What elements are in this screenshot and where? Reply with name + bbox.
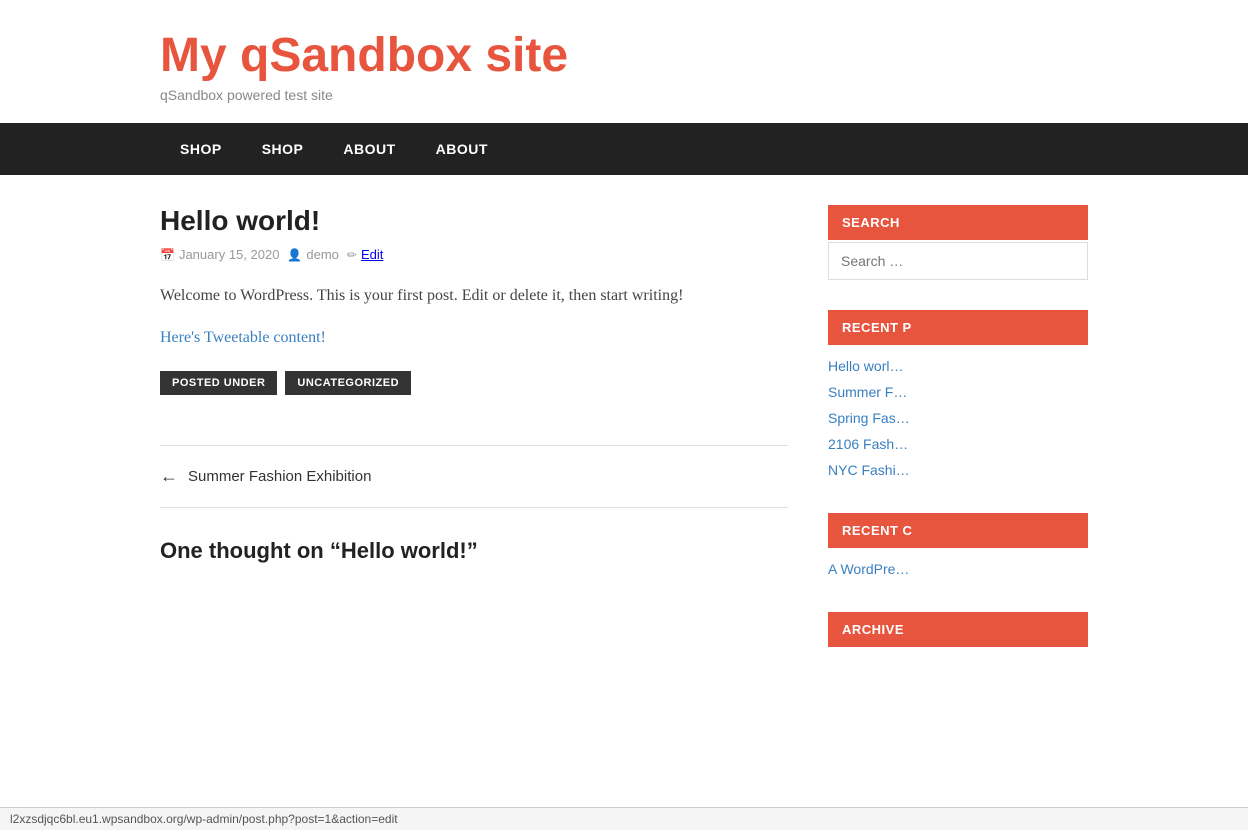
search-input-wrap (828, 242, 1088, 280)
calendar-icon (160, 247, 175, 262)
nav-item: SHOP (242, 123, 324, 175)
nav-item: ABOUT (416, 123, 508, 175)
arrow-left-icon: ← (160, 466, 178, 487)
recent-comments-title: RECENT C (828, 513, 1088, 548)
status-bar: l2xzsdjqc6bl.eu1.wpsandbox.org/wp-admin/… (0, 807, 1248, 830)
post-author-meta: demo (287, 247, 338, 262)
user-icon (287, 247, 302, 262)
recent-post-item[interactable]: Hello worl… (828, 353, 1088, 379)
post-category[interactable]: UNCATEGORIZED (285, 371, 411, 395)
prev-post-label: Summer Fashion Exhibition (188, 468, 371, 485)
nav-link[interactable]: ABOUT (323, 123, 415, 175)
recent-post-item[interactable]: NYC Fashi… (828, 457, 1088, 483)
post-date-meta: January 15, 2020 (160, 247, 279, 262)
post-meta: January 15, 2020 demo Edit (160, 247, 788, 262)
post-edit-meta[interactable]: Edit (347, 247, 383, 262)
status-url: l2xzsdjqc6bl.eu1.wpsandbox.org/wp-admin/… (10, 812, 398, 826)
nav-link[interactable]: ABOUT (416, 123, 508, 175)
site-nav: SHOPSHOPABOUTABOUT (0, 123, 1248, 175)
post-date: January 15, 2020 (179, 247, 279, 262)
comments-title: One thought on “Hello world!” (160, 538, 788, 564)
main-area: Hello world! January 15, 2020 demo Edit … (160, 205, 788, 677)
edit-icon (347, 247, 357, 262)
tweetable-link[interactable]: Here's Tweetable content! (160, 329, 326, 346)
post-nav: ← Summer Fashion Exhibition (160, 445, 788, 508)
nav-link[interactable]: SHOP (160, 123, 242, 175)
recent-post-item[interactable]: Summer F… (828, 379, 1088, 405)
prev-post-link[interactable]: ← Summer Fashion Exhibition (160, 466, 788, 487)
edit-link[interactable]: Edit (361, 247, 383, 262)
archives-widget: ARCHIVE (828, 612, 1088, 647)
search-widget-title: SEARCH (828, 205, 1088, 240)
recent-comments-list: A WordPre… (828, 556, 1088, 582)
recent-comment-item[interactable]: A WordPre… (828, 556, 1088, 582)
recent-posts-title: RECENT P (828, 310, 1088, 345)
site-content: Hello world! January 15, 2020 demo Edit … (0, 175, 1248, 707)
nav-link[interactable]: SHOP (242, 123, 324, 175)
recent-post-item[interactable]: 2106 Fash… (828, 431, 1088, 457)
post-author: demo (306, 247, 339, 262)
posted-under-label: POSTED UNDER (160, 371, 277, 395)
site-header: My qSandbox site qSandbox powered test s… (0, 0, 1248, 123)
post-content: Welcome to WordPress. This is your first… (160, 282, 788, 309)
recent-posts-widget: RECENT P Hello worl…Summer F…Spring Fas…… (828, 310, 1088, 483)
sidebar: SEARCH RECENT P Hello worl…Summer F…Spri… (828, 205, 1088, 677)
recent-posts-list: Hello worl…Summer F…Spring Fas…2106 Fash… (828, 353, 1088, 483)
post-title: Hello world! (160, 205, 788, 237)
archives-title: ARCHIVE (828, 612, 1088, 647)
recent-comments-widget: RECENT C A WordPre… (828, 513, 1088, 582)
nav-item: SHOP (160, 123, 242, 175)
tags-row: POSTED UNDER UNCATEGORIZED (160, 371, 788, 395)
nav-item: ABOUT (323, 123, 415, 175)
search-input[interactable] (828, 242, 1088, 280)
site-title: My qSandbox site (160, 30, 1088, 83)
comments-section: One thought on “Hello world!” (160, 538, 788, 564)
site-tagline: qSandbox powered test site (160, 87, 1088, 103)
recent-post-item[interactable]: Spring Fas… (828, 405, 1088, 431)
search-widget: SEARCH (828, 205, 1088, 280)
